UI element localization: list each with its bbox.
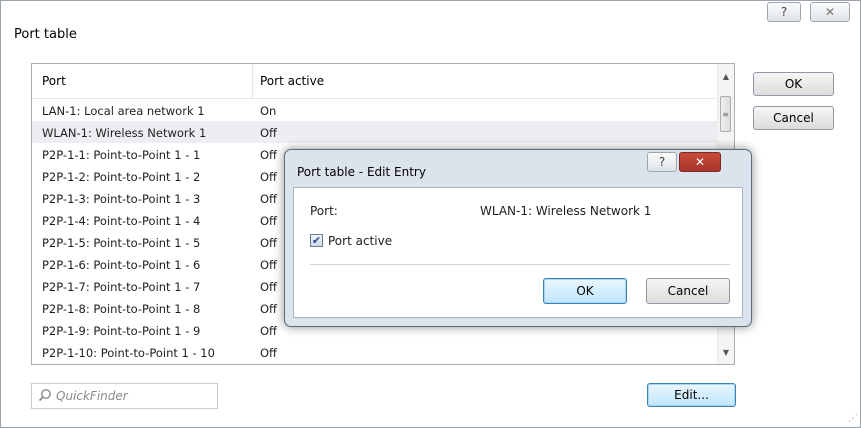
- table-row[interactable]: P2P-1-10: Point-to-Point 1 - 10 Off: [32, 341, 718, 363]
- dialog-title: Port table - Edit Entry: [297, 165, 426, 179]
- close-icon: ✕: [824, 5, 836, 19]
- port-cell: P2P-1-10: Point-to-Point 1 - 10: [42, 346, 215, 360]
- port-cell: P2P-1-4: Point-to-Point 1 - 4: [42, 214, 201, 228]
- port-active-cell: Off: [260, 214, 277, 228]
- dialog-help-button[interactable]: ?: [647, 152, 677, 172]
- port-cell: P2P-1-3: Point-to-Point 1 - 3: [42, 192, 201, 206]
- dialog-cancel-button[interactable]: Cancel: [646, 278, 730, 304]
- port-active-cell: Off: [260, 280, 277, 294]
- resize-grip-icon[interactable]: ⋰: [846, 413, 858, 425]
- port-cell: P2P-1-6: Point-to-Point 1 - 6: [42, 258, 201, 272]
- port-active-cell: Off: [260, 302, 277, 316]
- port-cell: P2P-1-1: Point-to-Point 1 - 1: [42, 148, 201, 162]
- dialog-close-button[interactable]: ✕: [679, 152, 721, 172]
- port-active-cell: Off: [260, 346, 277, 360]
- port-cell: P2P-1-7: Point-to-Point 1 - 7: [42, 280, 201, 294]
- port-label: Port:: [310, 204, 338, 218]
- scroll-up-arrow-icon[interactable]: ▲: [718, 68, 734, 84]
- port-cell: LAN-1: Local area network 1: [42, 104, 205, 118]
- help-icon: ?: [780, 5, 788, 19]
- port-cell: WLAN-1: Wireless Network 1: [42, 126, 207, 140]
- port-active-cell: Off: [260, 148, 277, 162]
- checkmark-icon: ✔: [311, 234, 322, 247]
- help-icon: ?: [658, 155, 666, 169]
- close-icon: ✕: [694, 155, 706, 169]
- scroll-thumb[interactable]: ≡: [720, 96, 731, 132]
- table-row[interactable]: WLAN-1: Wireless Network 1 Off: [32, 121, 718, 143]
- close-button[interactable]: ✕: [810, 2, 850, 22]
- quickfinder-placeholder: QuickFinder: [56, 389, 128, 403]
- port-cell: P2P-1-5: Point-to-Point 1 - 5: [42, 236, 201, 250]
- dialog-separator: [310, 264, 730, 265]
- column-divider[interactable]: [252, 64, 253, 98]
- port-active-cell: Off: [260, 236, 277, 250]
- port-cell: P2P-1-2: Point-to-Point 1 - 2: [42, 170, 201, 184]
- list-header: Port Port active: [32, 64, 720, 99]
- search-icon: [38, 388, 52, 405]
- edit-entry-dialog: Port table - Edit Entry ? ✕ Port: WLAN-1…: [284, 149, 752, 327]
- dialog-ok-button[interactable]: OK: [543, 278, 627, 304]
- port-value: WLAN-1: Wireless Network 1: [480, 204, 652, 218]
- scroll-down-arrow-icon[interactable]: ▼: [718, 344, 734, 360]
- port-active-cell: Off: [260, 324, 277, 338]
- port-active-cell: Off: [260, 170, 277, 184]
- edit-button[interactable]: Edit...: [647, 383, 736, 407]
- ok-button[interactable]: OK: [753, 72, 834, 96]
- port-active-cell: Off: [260, 126, 277, 140]
- port-active-label[interactable]: Port active: [328, 234, 392, 248]
- column-header-port[interactable]: Port: [42, 74, 66, 88]
- column-header-port-active[interactable]: Port active: [260, 74, 324, 88]
- port-active-cell: Off: [260, 258, 277, 272]
- port-cell: P2P-1-9: Point-to-Point 1 - 9: [42, 324, 201, 338]
- port-active-cell: On: [260, 104, 277, 118]
- port-cell: P2P-1-8: Point-to-Point 1 - 8: [42, 302, 201, 316]
- cancel-button[interactable]: Cancel: [753, 106, 834, 130]
- dialog-body: Port: WLAN-1: Wireless Network 1 ✔ Port …: [293, 187, 743, 318]
- help-button[interactable]: ?: [767, 2, 801, 22]
- window-title: Port table: [14, 27, 77, 42]
- table-row[interactable]: LAN-1: Local area network 1 On: [32, 99, 718, 121]
- port-active-checkbox[interactable]: ✔: [310, 234, 323, 247]
- port-active-cell: Off: [260, 192, 277, 206]
- quickfinder-input[interactable]: QuickFinder: [31, 383, 218, 409]
